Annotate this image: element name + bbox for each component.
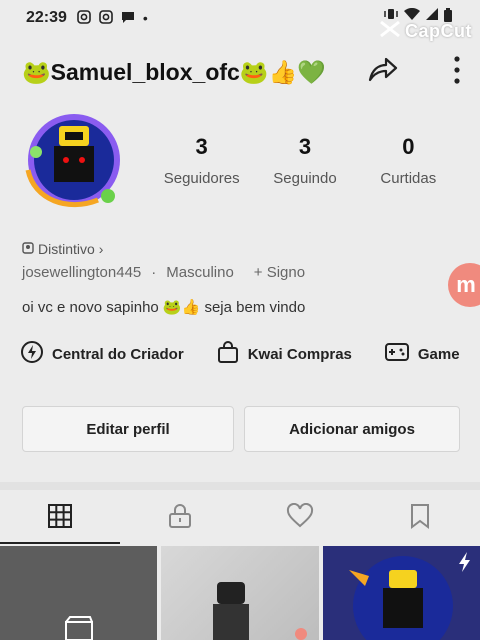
profile-bio: oi vc e novo sapinho 🐸👍 seja bem vindo: [22, 299, 306, 316]
heart-icon: [286, 502, 314, 534]
bookmark-icon: [409, 503, 431, 534]
capcut-watermark: CapCut: [379, 20, 472, 43]
profile-gender: Masculino: [166, 264, 234, 281]
share-icon[interactable]: [366, 54, 400, 89]
lightning-icon: [20, 340, 44, 368]
separator-dot: ·: [151, 264, 157, 281]
instagram-icon: [77, 9, 91, 27]
profile-stats: 3 Seguidores 3 Seguindo 0 Curtidas: [150, 134, 460, 187]
likes-label: Curtidas: [380, 170, 437, 187]
badge-link[interactable]: Distintivo ›: [22, 241, 103, 257]
profile-header: 🐸Samuel_blox_ofc🐸👍💚: [22, 52, 460, 92]
profile-action-buttons: Editar perfil Adicionar amigos: [22, 406, 460, 452]
floating-m-button[interactable]: m: [448, 263, 480, 307]
content-tabs: [0, 494, 480, 544]
tab-saved[interactable]: [360, 494, 480, 542]
profile-handle: josewellington445: [22, 264, 142, 281]
more-options-icon[interactable]: [454, 56, 460, 84]
capcut-logo-icon: [379, 20, 401, 43]
tab-liked[interactable]: [240, 494, 360, 542]
followers-stat[interactable]: 3 Seguidores: [150, 134, 253, 187]
video-thumbnail[interactable]: [322, 546, 480, 640]
add-sign-link[interactable]: + Signo: [254, 264, 305, 281]
clapperboard-icon: [64, 616, 94, 640]
likes-count: 0: [402, 134, 415, 159]
instagram-icon: [99, 9, 113, 27]
grid-icon: [47, 503, 73, 534]
gamepad-icon: [384, 340, 410, 368]
dot-icon: •: [142, 10, 148, 26]
game-label: Game: [417, 345, 460, 363]
followers-label: Seguidores: [163, 170, 240, 187]
video-thumbnail[interactable]: [0, 546, 158, 640]
chat-icon: [121, 10, 135, 27]
badge-icon: [22, 241, 34, 257]
tab-private[interactable]: [120, 494, 240, 542]
following-stat[interactable]: 3 Seguindo: [253, 134, 356, 187]
video-thumbnail[interactable]: [161, 546, 319, 640]
kwai-shopping-label: Kwai Compras: [247, 345, 352, 363]
following-count: 3: [298, 134, 312, 159]
profile-username: 🐸Samuel_blox_ofc🐸👍💚: [22, 58, 326, 85]
kwai-shopping-shortcut[interactable]: Kwai Compras: [216, 340, 352, 368]
shortcuts-row: Central do Criador Kwai Compras Game: [20, 340, 480, 368]
shopping-bag-icon: [216, 340, 240, 368]
following-label: Seguindo: [273, 170, 337, 187]
status-time: 22:39: [26, 9, 67, 26]
lightning-icon: [458, 552, 472, 577]
profile-avatar[interactable]: [14, 110, 128, 214]
creator-center-label: Central do Criador: [52, 345, 184, 363]
lock-icon: [167, 503, 193, 534]
watermark-text: CapCut: [405, 21, 472, 41]
badge-label: Distintivo: [38, 241, 95, 257]
likes-stat[interactable]: 0 Curtidas: [357, 134, 460, 187]
profile-info: josewellington445 · Masculino + Signo: [22, 264, 305, 281]
edit-profile-button[interactable]: Editar perfil: [22, 406, 234, 452]
tab-posts[interactable]: [0, 494, 120, 544]
followers-count: 3: [195, 134, 208, 159]
creator-center-shortcut[interactable]: Central do Criador: [20, 340, 184, 368]
chevron-right-icon: ›: [98, 241, 104, 257]
add-friends-button[interactable]: Adicionar amigos: [244, 406, 460, 452]
section-divider: [0, 482, 480, 490]
video-grid: [0, 546, 480, 640]
game-shortcut[interactable]: Game: [384, 340, 460, 368]
